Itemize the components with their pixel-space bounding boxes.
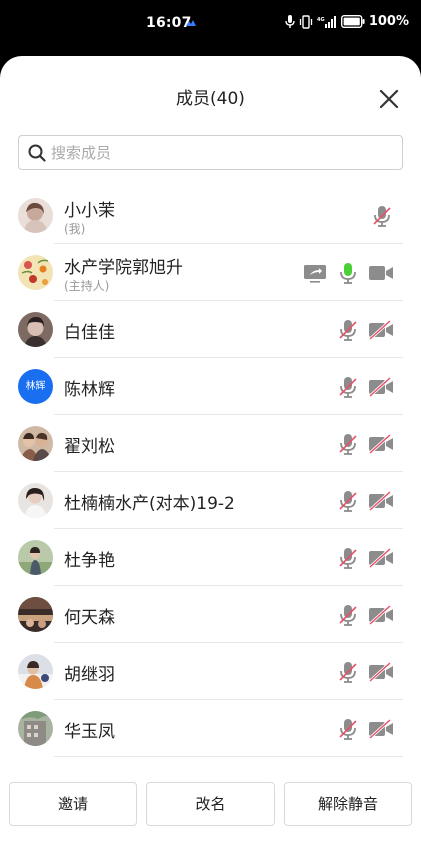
camera-off-icon[interactable] <box>368 375 394 399</box>
unmute-all-button[interactable]: 解除静音 <box>284 782 412 826</box>
microphone-muted-icon[interactable] <box>370 204 394 228</box>
member-name: 华玉凤 <box>64 722 115 742</box>
member-row[interactable]: 何天森 <box>0 586 421 643</box>
member-row[interactable]: 水产学院郭旭升 (主持人) <box>0 244 421 301</box>
rename-button[interactable]: 改名 <box>146 782 275 826</box>
member-role: (我) <box>64 222 86 236</box>
members-sheet: 成员(40) 小小茉 (我) <box>0 56 421 868</box>
member-name: 小小茉 <box>64 201 115 221</box>
member-row[interactable]: 翟刘松 <box>0 415 421 472</box>
camera-off-icon[interactable] <box>368 318 394 342</box>
member-name: 何天森 <box>64 608 115 628</box>
sheet-header: 成员(40) <box>0 84 421 114</box>
avatar <box>18 597 53 632</box>
avatar <box>18 540 53 575</box>
search-icon <box>28 144 46 162</box>
member-list: 小小茉 (我) 水产学院郭旭升 (主持人) 白佳佳 林辉 陈林辉 翟刘松 杜楠楠… <box>0 187 421 757</box>
microphone-muted-icon[interactable] <box>336 489 360 513</box>
avatar <box>18 654 53 689</box>
network-activity-icon <box>186 20 196 26</box>
avatar <box>18 711 53 746</box>
member-row[interactable]: 白佳佳 <box>0 301 421 358</box>
microphone-status-icon <box>285 14 295 28</box>
camera-off-icon[interactable] <box>368 261 394 285</box>
camera-off-icon[interactable] <box>368 603 394 627</box>
camera-off-icon[interactable] <box>368 546 394 570</box>
status-time: 16:07 <box>146 15 192 31</box>
avatar <box>18 483 53 518</box>
member-name: 杜争艳 <box>64 551 115 571</box>
member-name: 翟刘松 <box>64 437 115 457</box>
microphone-muted-icon[interactable] <box>336 318 360 342</box>
camera-off-icon[interactable] <box>368 660 394 684</box>
microphone-muted-icon[interactable] <box>336 432 360 456</box>
close-icon[interactable] <box>378 88 400 110</box>
camera-off-icon[interactable] <box>368 432 394 456</box>
microphone-muted-icon[interactable] <box>336 375 360 399</box>
status-bar: 16:07 4G 100% <box>0 0 421 50</box>
page-title: 成员(40) <box>176 89 245 109</box>
avatar <box>18 312 53 347</box>
search-input[interactable] <box>51 136 391 169</box>
member-row[interactable]: 小小茉 (我) <box>0 187 421 244</box>
member-name: 白佳佳 <box>64 323 115 343</box>
avatar <box>18 198 53 233</box>
invite-button[interactable]: 邀请 <box>9 782 137 826</box>
search-box[interactable] <box>18 135 403 170</box>
member-row[interactable]: 华玉凤 <box>0 700 421 757</box>
avatar: 林辉 <box>18 369 53 404</box>
signal-icon: 4G <box>317 16 336 28</box>
row-divider <box>54 756 403 757</box>
microphone-muted-icon[interactable] <box>336 717 360 741</box>
battery-icon <box>340 15 365 28</box>
member-role: (主持人) <box>64 279 110 293</box>
avatar <box>18 255 53 290</box>
member-name: 水产学院郭旭升 <box>64 258 183 278</box>
microphone-muted-icon[interactable] <box>336 660 360 684</box>
member-row[interactable]: 胡继羽 <box>0 643 421 700</box>
member-name: 陈林辉 <box>64 380 115 400</box>
member-name: 杜楠楠水产(对本)19-2 <box>64 494 235 514</box>
screen-share-icon[interactable] <box>302 261 328 285</box>
camera-off-icon[interactable] <box>368 717 394 741</box>
microphone-muted-icon[interactable] <box>336 546 360 570</box>
member-row[interactable]: 杜楠楠水产(对本)19-2 <box>0 472 421 529</box>
member-name: 胡继羽 <box>64 665 115 685</box>
member-row[interactable]: 杜争艳 <box>0 529 421 586</box>
microphone-active-icon[interactable] <box>336 261 360 285</box>
avatar <box>18 426 53 461</box>
vibrate-icon <box>299 14 312 29</box>
camera-off-icon[interactable] <box>368 489 394 513</box>
microphone-muted-icon[interactable] <box>336 603 360 627</box>
svg-text:4G: 4G <box>317 17 325 23</box>
battery-percentage: 100% <box>368 14 409 29</box>
member-row[interactable]: 林辉 陈林辉 <box>0 358 421 415</box>
bottom-toolbar: 邀请 改名 解除静音 <box>0 782 421 828</box>
